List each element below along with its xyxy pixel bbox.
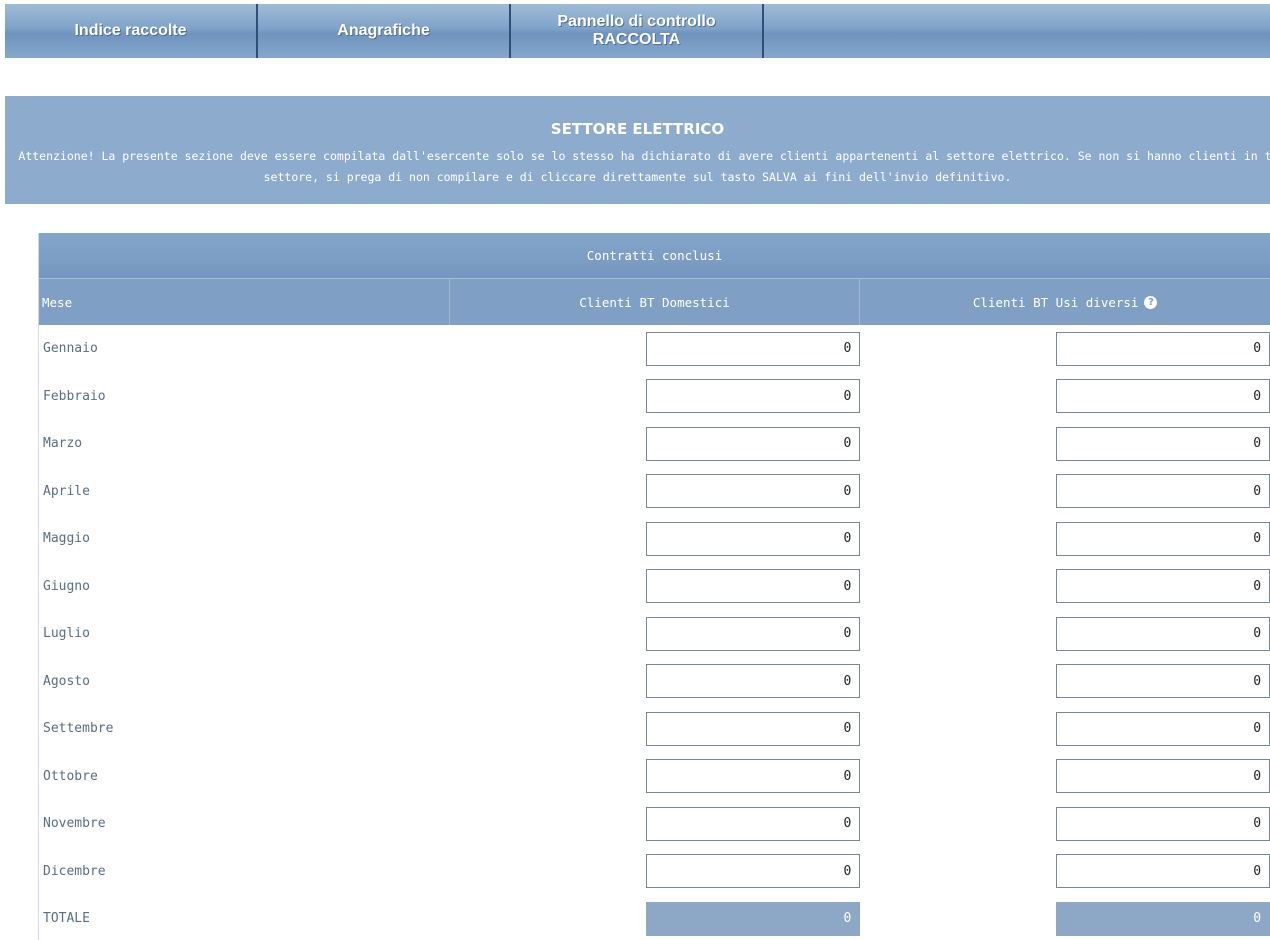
column-header-mese: Mese xyxy=(39,279,450,325)
nav-pannello-label-line2: RACCOLTA xyxy=(592,31,681,48)
domestici-input[interactable] xyxy=(646,331,861,366)
month-label: Dicembre xyxy=(43,863,106,879)
usi-diversi-input[interactable] xyxy=(1056,664,1270,699)
column-header-usi-diversi-label: Clienti BT Usi diversi xyxy=(972,294,1139,310)
table-column-headers: Mese Clienti BT Domestici Clienti BT Usi… xyxy=(39,279,1270,325)
month-label: Marzo xyxy=(43,436,83,452)
help-icon[interactable]: ? xyxy=(1144,295,1158,309)
month-label: Settembre xyxy=(43,721,114,737)
month-label: Febbraio xyxy=(43,388,106,404)
nav-anagrafiche-label: Anagrafiche xyxy=(337,22,430,39)
domestici-input[interactable] xyxy=(646,569,861,604)
contratti-table: Contratti conclusi Mese Clienti BT Domes… xyxy=(38,233,1270,940)
domestici-input[interactable] xyxy=(646,426,861,461)
section-warning-line1: Attenzione! La presente sezione deve ess… xyxy=(18,149,1270,163)
table-row: Agosto xyxy=(39,658,1270,706)
section-warning: Attenzione! La presente sezione deve ess… xyxy=(5,146,1270,188)
usi-diversi-input[interactable] xyxy=(1056,331,1270,366)
month-label: Aprile xyxy=(43,483,90,499)
usi-diversi-input[interactable] xyxy=(1056,379,1270,414)
domestici-input[interactable] xyxy=(646,521,861,556)
domestici-input[interactable] xyxy=(646,664,861,699)
table-row: Maggio xyxy=(39,515,1270,563)
usi-diversi-input[interactable] xyxy=(1056,616,1270,651)
table-row: Giugno xyxy=(39,563,1270,611)
top-navbar: Indice raccolte Anagrafiche Pannello di … xyxy=(5,4,1270,58)
month-label: Luglio xyxy=(43,626,90,642)
table-body: Gennaio Febbraio Marzo Aprile Maggio Giu… xyxy=(39,325,1270,940)
domestici-input[interactable] xyxy=(646,474,861,509)
usi-diversi-input[interactable] xyxy=(1056,521,1270,556)
table-row: Settembre xyxy=(39,705,1270,753)
usi-diversi-input[interactable] xyxy=(1056,759,1270,794)
table-row: Febbraio xyxy=(39,373,1270,421)
total-usi-diversi-field xyxy=(1056,901,1270,936)
domestici-input[interactable] xyxy=(646,759,861,794)
table-row: Marzo xyxy=(39,420,1270,468)
column-header-domestici: Clienti BT Domestici xyxy=(450,279,861,325)
domestici-input[interactable] xyxy=(646,711,861,746)
table-row: Aprile xyxy=(39,468,1270,516)
total-domestici-field xyxy=(646,901,861,936)
month-label: Giugno xyxy=(43,578,90,594)
month-label: Novembre xyxy=(43,816,106,832)
month-label: Gennaio xyxy=(43,341,98,357)
section-title: SETTORE ELETTRICO xyxy=(550,120,725,138)
domestici-input[interactable] xyxy=(646,806,861,841)
domestici-input[interactable] xyxy=(646,379,861,414)
usi-diversi-input[interactable] xyxy=(1056,426,1270,461)
nav-indice-raccolte[interactable]: Indice raccolte xyxy=(5,4,258,58)
total-label: TOTALE xyxy=(43,911,90,927)
usi-diversi-input[interactable] xyxy=(1056,711,1270,746)
domestici-input[interactable] xyxy=(646,616,861,651)
column-header-usi-diversi: Clienti BT Usi diversi ? xyxy=(860,279,1270,325)
table-row: Ottobre xyxy=(39,753,1270,801)
section-warning-line2: settore, si prega di non compilare e di … xyxy=(263,170,1012,184)
usi-diversi-input[interactable] xyxy=(1056,569,1270,604)
section-banner: SETTORE ELETTRICO Attenzione! La present… xyxy=(5,96,1270,204)
usi-diversi-input[interactable] xyxy=(1056,854,1270,889)
table-row: Dicembre xyxy=(39,848,1270,896)
table-group-header-label: Contratti conclusi xyxy=(586,248,723,263)
table-row: Gennaio xyxy=(39,325,1270,373)
usi-diversi-input[interactable] xyxy=(1056,806,1270,841)
table-row: Novembre xyxy=(39,800,1270,848)
nav-pannello-label-line1: Pannello di controllo xyxy=(557,13,716,30)
table-group-header: Contratti conclusi xyxy=(39,233,1270,279)
domestici-input[interactable] xyxy=(646,854,861,889)
table-row: Luglio xyxy=(39,610,1270,658)
usi-diversi-input[interactable] xyxy=(1056,474,1270,509)
table-total-row: TOTALE xyxy=(39,895,1270,940)
nav-indice-raccolte-label: Indice raccolte xyxy=(74,22,187,39)
month-label: Agosto xyxy=(43,673,90,689)
month-label: Ottobre xyxy=(43,768,98,784)
nav-pannello-controllo[interactable]: Pannello di controllo RACCOLTA xyxy=(511,4,764,58)
nav-anagrafiche[interactable]: Anagrafiche xyxy=(258,4,511,58)
month-label: Maggio xyxy=(43,531,90,547)
